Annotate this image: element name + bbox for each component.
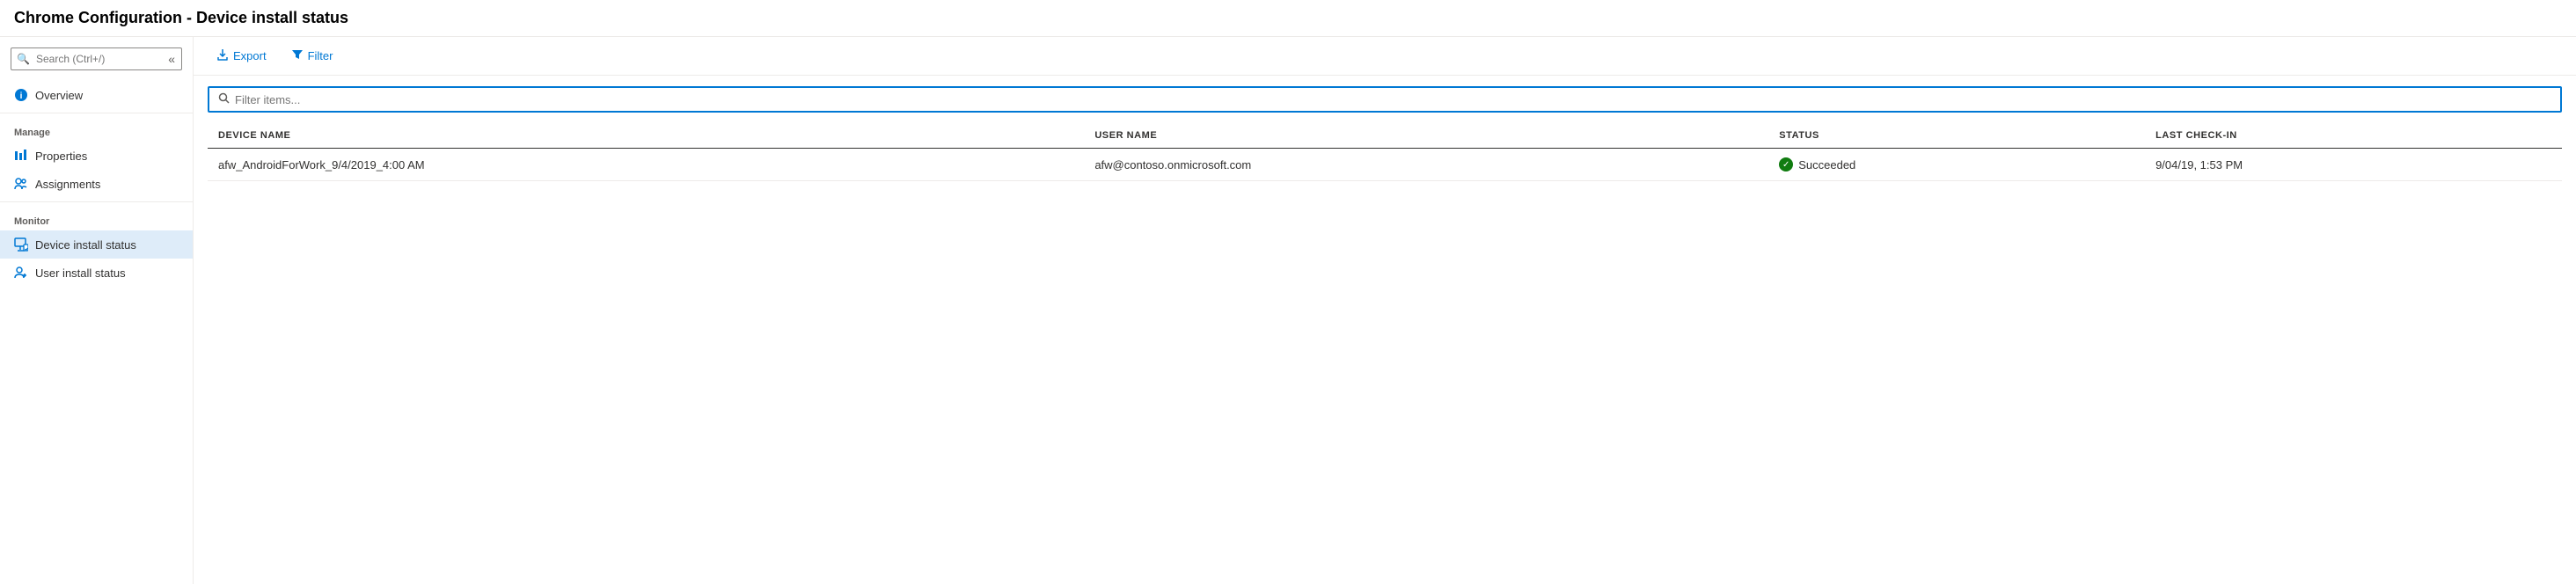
data-table: DEVICE NAME USER NAME STATUS LAST CHECK-…	[208, 123, 2562, 181]
col-last-checkin: LAST CHECK-IN	[2145, 123, 2562, 149]
svg-text:i: i	[20, 91, 23, 101]
sidebar-collapse-icon[interactable]: «	[168, 52, 175, 66]
sidebar-item-properties-label: Properties	[35, 150, 87, 163]
properties-icon	[14, 149, 28, 163]
filter-bar	[208, 86, 2562, 113]
col-status: STATUS	[1768, 123, 2145, 149]
export-label: Export	[233, 49, 267, 62]
export-button[interactable]: Export	[208, 44, 275, 68]
sidebar-item-assignments[interactable]: Assignments	[0, 170, 193, 198]
sidebar-item-device-install-label: Device install status	[35, 238, 136, 252]
sidebar-item-user-install-label: User install status	[35, 266, 126, 280]
status-text: Succeeded	[1798, 158, 1855, 172]
user-install-icon	[14, 266, 28, 280]
cell-device-name: afw_AndroidForWork_9/4/2019_4:00 AM	[208, 149, 1084, 181]
sidebar-divider-2	[0, 201, 193, 202]
filter-label: Filter	[308, 49, 333, 62]
status-success-icon: ✓	[1779, 157, 1793, 172]
filter-input[interactable]	[235, 93, 2551, 106]
sidebar-item-assignments-label: Assignments	[35, 178, 100, 191]
col-device-name: DEVICE NAME	[208, 123, 1084, 149]
table-row: afw_AndroidForWork_9/4/2019_4:00 AMafw@c…	[208, 149, 2562, 181]
sidebar-search-icon: 🔍	[17, 53, 30, 65]
sidebar-item-properties[interactable]: Properties	[0, 142, 193, 170]
sidebar: 🔍 « i Overview Manage Properties	[0, 37, 194, 584]
filter-icon	[291, 48, 304, 63]
device-install-icon	[14, 237, 28, 252]
content-area: Export Filter DEVICE NAME U	[194, 37, 2576, 584]
page-title: Chrome Configuration - Device install st…	[14, 9, 2562, 27]
cell-user-name: afw@contoso.onmicrosoft.com	[1084, 149, 1768, 181]
filter-search-icon	[218, 92, 230, 106]
sidebar-section-monitor: Monitor	[0, 206, 193, 230]
sidebar-item-user-install-status[interactable]: User install status	[0, 259, 193, 287]
cell-status: ✓ Succeeded	[1768, 149, 2145, 181]
sidebar-item-device-install-status[interactable]: Device install status	[0, 230, 193, 259]
export-icon	[216, 48, 229, 63]
sidebar-search-input[interactable]	[11, 47, 182, 70]
sidebar-item-overview-label: Overview	[35, 89, 83, 102]
sidebar-section-manage: Manage	[0, 117, 193, 142]
col-user-name: USER NAME	[1084, 123, 1768, 149]
table-container: DEVICE NAME USER NAME STATUS LAST CHECK-…	[194, 76, 2576, 584]
table-header-row: DEVICE NAME USER NAME STATUS LAST CHECK-…	[208, 123, 2562, 149]
cell-last-checkin: 9/04/19, 1:53 PM	[2145, 149, 2562, 181]
info-icon: i	[14, 88, 28, 102]
toolbar: Export Filter	[194, 37, 2576, 76]
filter-button[interactable]: Filter	[282, 44, 342, 68]
assignments-icon	[14, 177, 28, 191]
sidebar-item-overview[interactable]: i Overview	[0, 81, 193, 109]
